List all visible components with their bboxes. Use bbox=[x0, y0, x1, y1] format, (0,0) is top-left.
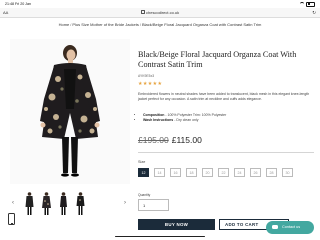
lock-icon bbox=[140, 10, 146, 15]
breadcrumb-separator: / bbox=[139, 22, 141, 27]
wifi-icon bbox=[300, 2, 304, 6]
chat-icon bbox=[272, 224, 278, 230]
product-specs: Composition - 100% Polyester Trim: 100% … bbox=[138, 113, 319, 124]
status-bar: 21:48 Fri 20 Jan bbox=[0, 0, 320, 8]
product-sku: AYK9E5x3 bbox=[138, 74, 155, 78]
product-description: Embroidered flowers in neutral shades ha… bbox=[138, 92, 310, 101]
url-text: chescodirect.co.uk bbox=[146, 10, 180, 16]
thumbnail-1[interactable] bbox=[23, 191, 36, 217]
spec-wash: Wash Instructions - Dry clean only bbox=[143, 118, 319, 123]
size-option-20[interactable]: 20 bbox=[202, 168, 213, 177]
thumbnail-strip bbox=[23, 191, 87, 217]
home-indicator[interactable] bbox=[115, 236, 205, 238]
product-title: Black/Beige Floral Jacquard Organza Coat… bbox=[138, 50, 297, 69]
buy-now-button[interactable]: BUY NOW bbox=[138, 219, 215, 230]
price-block: £195.00 £115.00 bbox=[138, 135, 202, 145]
current-price: £115.00 bbox=[171, 135, 202, 145]
size-option-22[interactable]: 22 bbox=[218, 168, 229, 177]
thumbnail-2[interactable] bbox=[40, 191, 53, 217]
model-illustration bbox=[40, 45, 100, 177]
chevron-right-icon[interactable]: › bbox=[124, 200, 126, 206]
browser-address-bar[interactable]: AA chescodirect.co.uk ↻ bbox=[0, 8, 320, 18]
size-selector: 12 14 16 18 20 22 24 26 28 30 bbox=[138, 168, 293, 177]
url-field[interactable]: chescodirect.co.uk bbox=[0, 10, 320, 15]
status-time: 21:48 Fri 20 Jan bbox=[5, 1, 31, 6]
breadcrumb-home[interactable]: Home bbox=[59, 22, 70, 27]
size-option-26[interactable]: 26 bbox=[250, 168, 261, 177]
breadcrumb: Home /Plus Size Mother of the Bride Jacke… bbox=[0, 22, 320, 27]
product-image[interactable] bbox=[10, 39, 130, 184]
reload-icon[interactable]: ↻ bbox=[312, 10, 316, 16]
quantity-input[interactable]: 1 bbox=[138, 199, 169, 211]
contact-us-label: Contact us bbox=[282, 225, 301, 229]
divider bbox=[138, 152, 314, 153]
thumbnail-3[interactable] bbox=[57, 191, 70, 217]
rating-stars[interactable]: ★★★★★ bbox=[138, 81, 162, 87]
status-icons bbox=[300, 1, 315, 7]
size-option-30[interactable]: 30 bbox=[282, 168, 293, 177]
quantity-label: Quantity bbox=[138, 193, 151, 197]
size-option-14[interactable]: 14 bbox=[154, 168, 165, 177]
breadcrumb-current: Black/Beige Floral Jacquard Organza Coat… bbox=[142, 22, 262, 27]
thumbnail-4[interactable] bbox=[74, 191, 87, 217]
size-option-18[interactable]: 18 bbox=[186, 168, 197, 177]
size-option-24[interactable]: 24 bbox=[234, 168, 245, 177]
phone-icon[interactable] bbox=[8, 213, 15, 225]
size-option-16[interactable]: 16 bbox=[170, 168, 181, 177]
size-option-28[interactable]: 28 bbox=[266, 168, 277, 177]
chevron-left-icon[interactable]: ‹ bbox=[12, 200, 14, 206]
old-price: £195.00 bbox=[138, 135, 169, 145]
breadcrumb-category[interactable]: Plus Size Mother of the Bride Jackets bbox=[72, 22, 138, 27]
contact-us-button[interactable]: Contact us bbox=[266, 221, 314, 234]
size-option-12[interactable]: 12 bbox=[138, 168, 149, 177]
battery-icon bbox=[306, 1, 315, 7]
size-label: Size bbox=[138, 160, 146, 164]
